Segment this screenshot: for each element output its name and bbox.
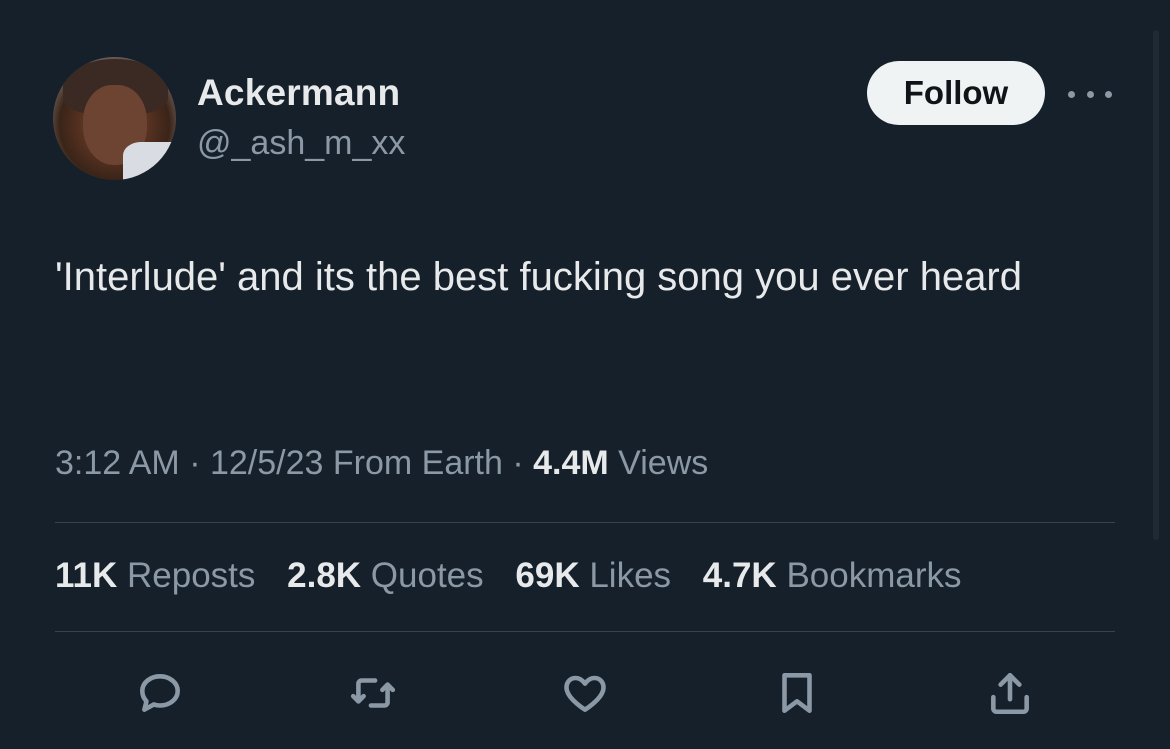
like-button[interactable] <box>557 665 613 721</box>
avatar[interactable] <box>53 57 176 180</box>
divider <box>55 631 1115 632</box>
repost-button[interactable] <box>345 665 401 721</box>
stat-quotes[interactable]: 2.8K Quotes <box>287 556 484 595</box>
views-count: 4.4M <box>533 444 609 482</box>
heart-icon <box>564 675 606 712</box>
follow-button[interactable]: Follow <box>867 61 1045 125</box>
reply-icon <box>140 674 180 712</box>
tweet-meta: 3:12 AM · 12/5/23 From Earth · 4.4M View… <box>55 444 708 483</box>
tweet-location: From Earth <box>323 444 503 482</box>
tweet-text: 'Interlude' and its the best fucking son… <box>55 255 1022 299</box>
scrollbar[interactable] <box>1153 30 1159 540</box>
author-handle[interactable]: @_ash_m_xx <box>197 124 405 163</box>
more-horizontal-icon[interactable] <box>1068 82 1112 106</box>
divider <box>55 522 1115 523</box>
views-label: Views <box>608 444 709 482</box>
engagement-stats: 11K Reposts 2.8K Quotes 69K Likes 4.7K B… <box>55 556 984 596</box>
share-icon <box>991 673 1029 715</box>
stat-bookmarks[interactable]: 4.7K Bookmarks <box>703 556 962 595</box>
bookmark-button[interactable] <box>769 665 825 721</box>
meta-separator: · <box>502 444 534 482</box>
reply-button[interactable] <box>132 665 188 721</box>
bookmark-icon <box>782 673 812 713</box>
share-button[interactable] <box>982 665 1038 721</box>
stat-reposts[interactable]: 11K Reposts <box>55 556 255 595</box>
stat-likes[interactable]: 69K Likes <box>515 556 671 595</box>
meta-separator: · <box>179 444 210 482</box>
author-display-name[interactable]: Ackermann <box>197 72 400 114</box>
repost-icon <box>350 678 396 708</box>
tweet-date[interactable]: 12/5/23 <box>210 444 323 482</box>
tweet-detail: Ackermann @_ash_m_xx Follow 'Interlude' … <box>0 0 1170 749</box>
tweet-time[interactable]: 3:12 AM <box>55 444 180 482</box>
